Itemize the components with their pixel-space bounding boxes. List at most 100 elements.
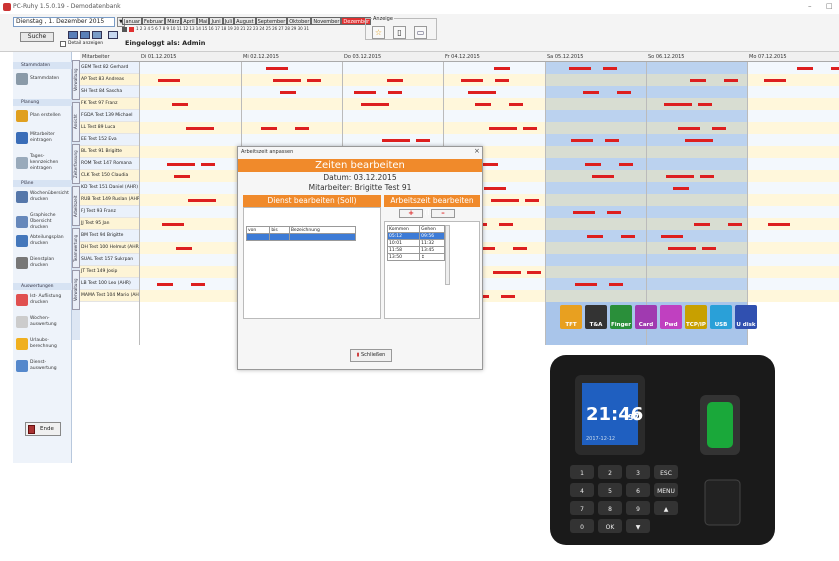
ist-scrollbar[interactable] (445, 225, 450, 285)
shift-bar[interactable] (587, 235, 603, 238)
month-tab-4[interactable]: Mai (196, 17, 210, 25)
shift-bar[interactable] (661, 235, 683, 238)
shift-bar[interactable] (607, 211, 621, 214)
dialog-close-button[interactable]: × (474, 147, 480, 155)
shift-bar[interactable] (527, 271, 541, 274)
employee-name[interactable]: ROM Test 147 Romana (80, 158, 139, 170)
shift-bar[interactable] (694, 223, 710, 226)
detail-checkbox[interactable] (60, 41, 66, 47)
shift-bar[interactable] (491, 199, 519, 202)
shift-bar[interactable] (280, 91, 296, 94)
shift-bar[interactable] (575, 283, 597, 286)
shift-bar[interactable] (261, 127, 277, 130)
month-tab-7[interactable]: August (234, 17, 256, 25)
view-grid-icon[interactable] (68, 31, 78, 39)
shift-bar[interactable] (513, 247, 527, 250)
shift-bar[interactable] (702, 247, 716, 250)
shift-bar[interactable] (501, 295, 515, 298)
shift-bar[interactable] (354, 91, 376, 94)
shift-bar[interactable] (461, 79, 483, 82)
shift-bar[interactable] (416, 139, 430, 142)
shift-bar[interactable] (585, 163, 601, 166)
shift-bar[interactable] (619, 163, 633, 166)
minimize-button[interactable]: – (808, 2, 812, 10)
shift-bar[interactable] (712, 127, 726, 130)
shift-bar[interactable] (685, 139, 713, 142)
employee-name[interactable]: BL Test 91 Brigitte (80, 146, 139, 158)
shift-bar[interactable] (188, 199, 216, 202)
shift-bar[interactable] (494, 67, 510, 70)
shift-bar[interactable] (162, 223, 184, 226)
employee-name[interactable]: LB Test 100 Leo (AHR) (80, 278, 139, 290)
shift-bar[interactable] (603, 67, 617, 70)
vertical-tab-5[interactable]: Verwaltung (72, 270, 80, 310)
shift-bar[interactable] (797, 67, 813, 70)
shift-bar[interactable] (509, 103, 523, 106)
shift-bar[interactable] (728, 223, 742, 226)
month-tab-10[interactable]: November (311, 17, 342, 25)
sidebar-item-1-1[interactable]: Mitarbeiter eintragen (16, 132, 70, 144)
vertical-tab-0[interactable]: Verwaltung (72, 60, 80, 100)
employee-name[interactable]: DH Test 100 Helmut (AHR) (80, 242, 139, 254)
shift-bar[interactable] (617, 91, 631, 94)
shift-bar[interactable] (489, 127, 517, 130)
employee-name[interactable]: GEM Test 82 Gerhard (80, 62, 139, 74)
shift-bar[interactable] (387, 79, 403, 82)
ist-row[interactable]: 05:12 09:56 (386, 232, 445, 240)
ist-table[interactable]: Kommen Gehen 05:12 09:56 10:01 11:32 11:58 13:… (386, 225, 445, 261)
shift-bar[interactable] (174, 175, 190, 178)
employee-name[interactable]: SUAL Test 157 Sukrpan (80, 254, 139, 266)
shift-bar[interactable] (768, 223, 790, 226)
sidebar-item-2-2[interactable]: Abteilungsplan drucken (16, 235, 70, 247)
month-tab-5[interactable]: Juni (209, 17, 223, 25)
display-star-icon[interactable]: ☆ (372, 26, 385, 39)
shift-bar[interactable] (569, 67, 591, 70)
shift-bar[interactable] (621, 235, 635, 238)
shift-bar[interactable] (493, 271, 521, 274)
employee-name[interactable]: KD Test 151 Daniel (AHR) (80, 182, 139, 194)
shift-bar[interactable] (167, 163, 195, 166)
day-selector[interactable]: 1 2 3 4 5 6 7 8 9 10 11 12 13 14 15 16 1… (136, 26, 309, 33)
shift-bar[interactable] (525, 199, 539, 202)
soll-table[interactable]: von bis Bezeichnung (245, 226, 357, 241)
vertical-tab-2[interactable]: Zeiterfassung (72, 144, 80, 184)
shift-bar[interactable] (266, 67, 288, 70)
shift-bar[interactable] (666, 175, 694, 178)
shift-bar[interactable] (673, 187, 689, 190)
sidebar-item-2-0[interactable]: Wochenübersicht drucken (16, 191, 70, 203)
shift-bar[interactable] (571, 139, 593, 142)
shift-bar[interactable] (499, 223, 513, 226)
sidebar-item-3-2[interactable]: Urlaubs-berechnung (16, 338, 70, 350)
exit-button[interactable]: Ende (25, 422, 61, 436)
shift-bar[interactable] (484, 187, 506, 190)
maximize-button[interactable]: □ (826, 2, 833, 10)
shift-bar[interactable] (186, 127, 214, 130)
shift-bar[interactable] (468, 91, 496, 94)
employee-name[interactable]: EE Test 152 Eva (80, 134, 139, 146)
shift-bar[interactable] (831, 67, 839, 70)
add-time-button[interactable]: + (399, 209, 423, 218)
shift-bar[interactable] (523, 127, 537, 130)
close-dialog-button[interactable]: ▮ Schließen (350, 349, 392, 362)
display-doc-icon[interactable]: ▯ (393, 26, 406, 39)
sidebar-item-3-3[interactable]: Dienst-auswertung (16, 360, 70, 372)
shift-bar[interactable] (764, 79, 786, 82)
sidebar-item-0-0[interactable]: Stammdaten (16, 73, 70, 85)
shift-bar[interactable] (201, 163, 215, 166)
employee-name[interactable]: SH Test 84 Sascha (80, 86, 139, 98)
view-week-icon[interactable] (92, 31, 102, 39)
employee-name[interactable]: FJ Test 93 Franz (80, 206, 139, 218)
sidebar-item-1-2[interactable]: Tages-kennzeichen eintragen (16, 154, 70, 172)
vertical-tab-3[interactable]: Arbeitszeit (72, 186, 80, 226)
shift-bar[interactable] (700, 175, 714, 178)
sidebar-item-3-1[interactable]: Wochen-auswertung (16, 316, 70, 328)
shift-bar[interactable] (495, 79, 509, 82)
shift-bar[interactable] (295, 127, 309, 130)
sidebar-item-2-3[interactable]: Dienstplan drucken (16, 257, 70, 269)
shift-bar[interactable] (307, 79, 321, 82)
sidebar-item-2-1[interactable]: Graphische Übersicht drucken (16, 213, 70, 231)
shift-bar[interactable] (678, 127, 700, 130)
remove-time-button[interactable]: – (431, 209, 455, 218)
employee-name[interactable]: MAMA Test 104 Mario (AHR) (80, 290, 139, 302)
employee-name[interactable]: FGDA Test 139 Michael (80, 110, 139, 122)
